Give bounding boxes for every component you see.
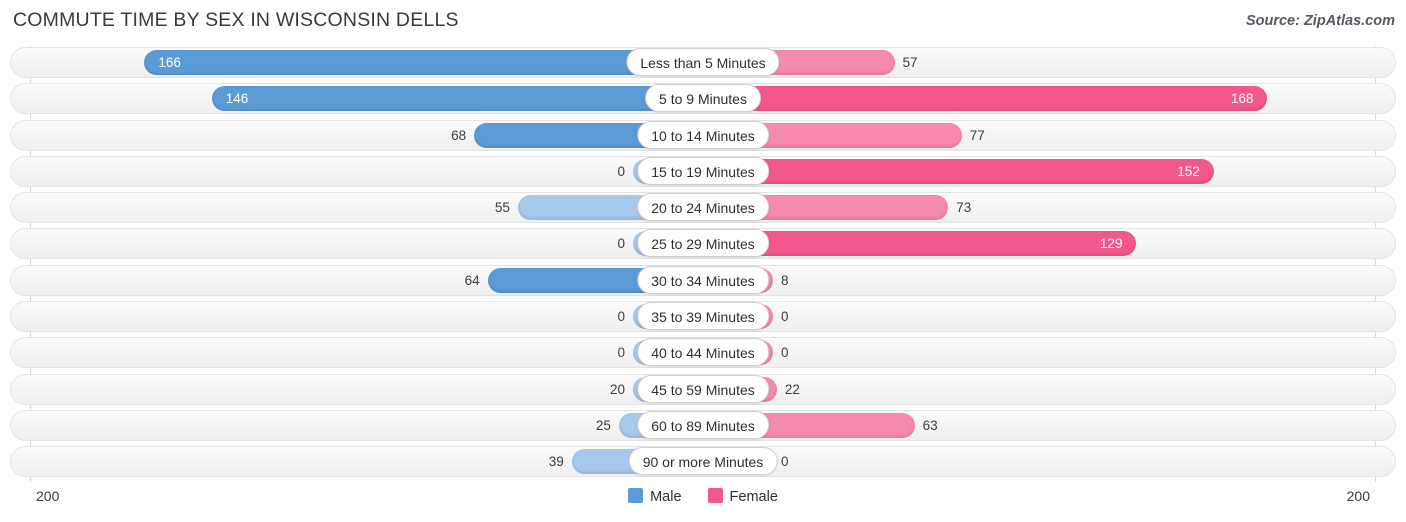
bar-male [144,50,703,75]
legend-label: Female [729,489,778,506]
category-label: 35 to 39 Minutes [637,301,769,330]
bar-value-female: 63 [922,417,938,433]
legend-label: Male [650,489,682,506]
bar-value-female: 57 [902,55,918,70]
bar-value-female: 152 [1177,163,1200,179]
bar-value-female: 168 [1230,91,1254,107]
chart-header: COMMUTE TIME BY SEX IN WISCONSIN DELLS S… [0,0,1406,42]
bar-value-male: 0 [617,345,625,361]
category-label: Less than 5 Minutes [626,48,780,76]
chart-row: 146 168 5 to 9 Minutes [0,82,1406,115]
category-label: 90 or more Minutes [628,447,778,476]
diverging-bar-chart: 166 57 Less than 5 Minutes 146 168 5 to 9 Min… [0,46,1406,482]
chart-row: 39 0 90 or more Minutes [0,445,1406,478]
bar-value-female: 8 [781,272,789,288]
bar-female [703,86,1268,112]
category-label: 10 to 14 Minutes [637,120,769,149]
chart-row: 64 8 30 to 34 Minutes [0,264,1406,297]
category-label: 25 to 29 Minutes [637,229,769,258]
page-title: COMMUTE TIME BY SEX IN WISCONSIN DELLS [13,9,459,31]
bar-value-female: 22 [784,381,800,397]
bar-female [703,158,1214,184]
bar-value-male: 68 [451,127,467,143]
bar-value-male: 0 [617,308,625,324]
bar-value-female: 77 [969,127,985,143]
chart-footer: 200 200 Male Female [0,484,1406,522]
chart-row: 20 22 45 to 59 Minutes [0,373,1406,406]
chart-row: 0 129 25 to 29 Minutes [0,227,1406,260]
category-label: 30 to 34 Minutes [637,265,769,294]
bar-value-male: 25 [595,417,611,433]
chart-row: 55 73 20 to 24 Minutes [0,191,1406,224]
chart-row: 0 152 15 to 19 Minutes [0,155,1406,188]
legend-item-male[interactable]: Male [628,488,682,506]
chart-row: 0 0 35 to 39 Minutes [0,300,1406,333]
bar-value-male: 64 [464,272,480,288]
bar-value-male: 166 [158,55,181,70]
bar-value-female: 129 [1099,236,1123,252]
chart-legend: Male Female [0,488,1406,505]
bar-value-male: 0 [617,163,625,179]
legend-swatch-icon [628,488,644,503]
category-label: 45 to 59 Minutes [637,374,769,403]
bar-value-male: 39 [548,454,564,470]
bar-value-male: 0 [617,236,625,252]
bar-value-female: 0 [781,345,789,361]
category-label: 5 to 9 Minutes [645,84,761,113]
bar-value-female: 0 [781,308,789,324]
category-label: 20 to 24 Minutes [637,193,769,222]
bar-value-male: 146 [225,91,249,107]
category-label: 60 to 89 Minutes [637,410,769,439]
chart-row: 25 63 60 to 89 Minutes [0,409,1406,442]
bar-value-female: 0 [781,454,789,470]
chart-row: 68 77 10 to 14 Minutes [0,119,1406,152]
bar-value-female: 73 [956,200,972,216]
legend-swatch-icon [707,488,723,503]
legend-item-female[interactable]: Female [707,488,778,506]
bar-value-male: 20 [609,381,625,397]
bar-value-male: 55 [494,200,510,216]
source-attribution: Source: ZipAtlas.com [1245,13,1395,29]
chart-row: 0 0 40 to 44 Minutes [0,336,1406,369]
chart-row: 166 57 Less than 5 Minutes [0,46,1406,79]
category-label: 15 to 19 Minutes [637,156,769,185]
bar-male [211,86,703,112]
category-label: 40 to 44 Minutes [637,338,769,367]
